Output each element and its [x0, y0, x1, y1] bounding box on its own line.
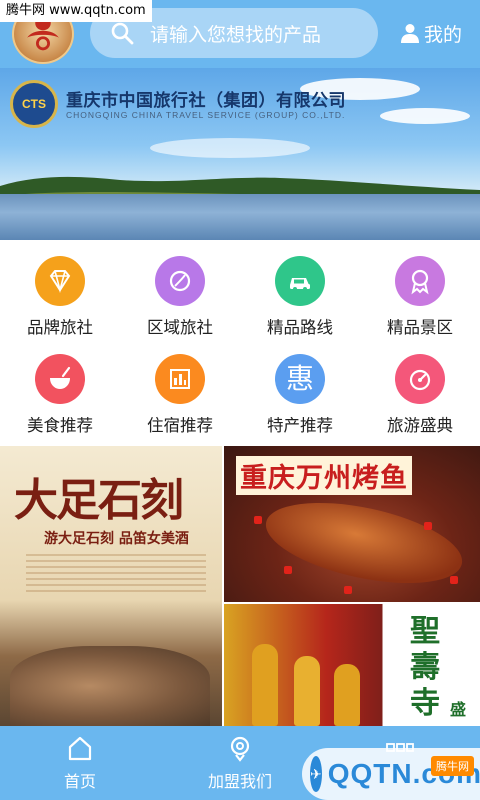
pepper: [424, 522, 432, 530]
pepper: [284, 566, 292, 574]
category-item-specialty[interactable]: 惠 特产推荐: [240, 354, 360, 452]
pepper: [254, 516, 262, 524]
category-item-route[interactable]: 精品路线: [240, 256, 360, 354]
diamond-icon: [35, 256, 85, 306]
car-icon: [275, 256, 325, 306]
award-icon: [395, 256, 445, 306]
pepper: [344, 586, 352, 594]
planet-icon: [155, 256, 205, 306]
category-item-brand[interactable]: 品牌旅社: [0, 256, 120, 354]
category-label: 旅游盛典: [387, 416, 453, 435]
promo-dazu-rock-carvings[interactable]: 大足石刻 游大足石刻 品笛女美酒: [0, 446, 222, 726]
banner-company-name-en: CHONGQING CHINA TRAVEL SERVICE (GROUP) C…: [66, 110, 346, 120]
promo-rt-title: 重庆万州烤鱼: [236, 456, 412, 495]
category-label: 精品路线: [267, 318, 333, 337]
gauge-icon: [395, 354, 445, 404]
watermark-top: 腾牛网 www.qqtn.com: [0, 0, 152, 22]
search-placeholder: 请输入您想找的产品: [150, 23, 322, 46]
promo-wanzhou-grilled-fish[interactable]: 重庆万州烤鱼: [224, 446, 480, 602]
qqtn-logo-icon: ✈: [310, 756, 322, 792]
category-item-festival[interactable]: 旅游盛典: [360, 354, 480, 452]
promo-left-fineprint: [26, 554, 206, 594]
monk: [294, 656, 320, 726]
category-label: 品牌旅社: [27, 318, 93, 337]
grilled-fish-image: [258, 487, 470, 599]
category-label: 美食推荐: [27, 416, 93, 435]
promo-rb-small: 盛: [450, 700, 467, 719]
category-label: 特产推荐: [267, 416, 333, 435]
promo-shengshou-temple[interactable]: 聖壽寺 盛: [224, 604, 480, 726]
watermark-bottom: ✈ QQTN.com 腾牛网: [302, 748, 480, 800]
location-icon: [230, 736, 250, 762]
cloud: [150, 138, 310, 158]
tab-home[interactable]: 首页: [0, 726, 160, 800]
promo-rb-title: 聖壽寺: [410, 614, 440, 721]
watermark-bottom-badge: 腾牛网: [431, 756, 474, 776]
pepper: [450, 576, 458, 584]
hui-icon: 惠: [275, 354, 325, 404]
category-label: 住宿推荐: [147, 416, 213, 435]
home-icon: [68, 736, 92, 761]
cloud: [380, 108, 470, 124]
buddha-statue-image: [10, 646, 210, 726]
category-label: 区域旅社: [147, 318, 213, 337]
monk: [334, 664, 360, 726]
lake: [0, 194, 480, 240]
banner-company-name: 重庆市中国旅行社（集团）有限公司: [66, 91, 346, 111]
monk: [252, 644, 278, 726]
category-item-scenic[interactable]: 精品景区: [360, 256, 480, 354]
category-item-food[interactable]: 美食推荐: [0, 354, 120, 452]
tab-join-label: 加盟我们: [207, 772, 272, 791]
tab-join[interactable]: 加盟我们: [160, 726, 320, 800]
search-icon: [111, 22, 134, 45]
mine-label: 我的: [423, 23, 462, 46]
user-icon: [400, 24, 419, 43]
promo-left-subtitle: 游大足石刻 品笛女美酒: [44, 531, 189, 547]
promo-left-title: 大足石刻: [14, 475, 184, 526]
hotel-icon: [155, 354, 205, 404]
mine-button[interactable]: 我的: [400, 18, 462, 48]
category-label: 精品景区: [387, 318, 453, 337]
banner[interactable]: CTS 重庆市中国旅行社（集团）有限公司 CHONGQING CHINA TRA…: [0, 68, 480, 240]
bowl-icon: [35, 354, 85, 404]
category-grid: 品牌旅社 区域旅社 精品路线 精品景区 美食推荐 住宿推荐 惠 特产推荐 旅游盛…: [0, 240, 480, 446]
cts-logo: CTS: [10, 80, 58, 128]
category-item-region[interactable]: 区域旅社: [120, 256, 240, 354]
tab-home-label: 首页: [63, 772, 96, 791]
category-item-hotel[interactable]: 住宿推荐: [120, 354, 240, 452]
